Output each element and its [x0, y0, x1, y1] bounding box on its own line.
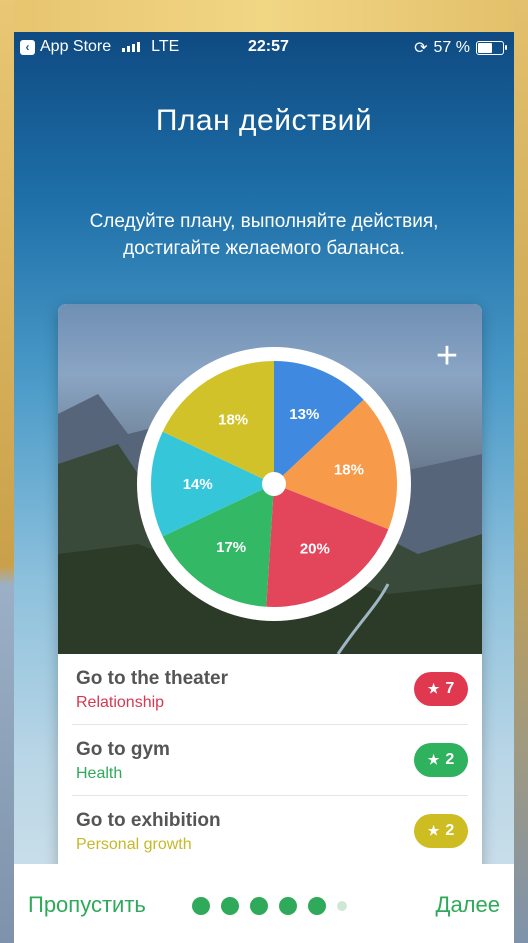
pie-slice-label: 20% [300, 540, 330, 557]
action-name: Go to the theater [76, 668, 229, 689]
star-icon: ★ [427, 823, 440, 838]
action-plan-card: 13% 18% 20% 17% 14% 18% + Go to the theater R… [58, 304, 482, 904]
chevron-left-icon[interactable]: ‹ [20, 39, 35, 55]
plus-icon[interactable]: + [432, 337, 462, 375]
star-icon: ★ [427, 681, 440, 696]
page-dot [192, 897, 210, 915]
page-dot [279, 897, 297, 915]
page-dot [221, 897, 239, 915]
status-left: ‹ App Store LTE [20, 38, 179, 56]
count-value: 2 [445, 751, 455, 768]
phone-screen: ‹ App Store LTE 22:57 ⟳ 57 % План действ… [14, 32, 514, 943]
mountain-background-image: 13% 18% 20% 17% 14% 18% + [58, 304, 482, 654]
carrier-label: LTE [151, 38, 180, 55]
page-indicator [192, 897, 347, 915]
action-category: Relationship [76, 694, 165, 711]
list-item[interactable]: Go to gym Health ★ 2 [72, 725, 468, 796]
star-icon: ★ [427, 752, 440, 767]
page-dot [308, 897, 326, 915]
photo-frame-right [514, 0, 528, 943]
count-badge[interactable]: ★ 2 [414, 743, 468, 777]
battery-percent: 57 % [433, 39, 470, 56]
status-bar: ‹ App Store LTE 22:57 ⟳ 57 % [14, 32, 514, 62]
list-item[interactable]: Go to the theater Relationship ★ 7 [72, 654, 468, 725]
pie-center-hole [262, 472, 286, 496]
count-badge[interactable]: ★ 7 [414, 672, 468, 706]
count-value: 2 [445, 822, 455, 839]
page-dot [337, 901, 347, 911]
page-title: План действий [155, 104, 373, 137]
signal-icon [122, 42, 141, 52]
photo-frame-top [0, 0, 528, 32]
photo-frame-left [0, 0, 14, 943]
action-name: Go to exhibition [76, 810, 221, 831]
action-category: Health [76, 765, 123, 782]
next-button[interactable]: Далее [436, 892, 500, 918]
pie-slice-label: 17% [216, 539, 246, 556]
pie-slice-label: 18% [334, 462, 364, 479]
list-item[interactable]: Go to exhibition Personal growth ★ 2 [72, 796, 468, 866]
status-right: ⟳ 57 % [414, 38, 507, 58]
action-list: Go to the theater Relationship ★ 7 Go to … [58, 654, 482, 866]
orientation-lock-icon: ⟳ [414, 40, 428, 57]
pie-slice-label: 18% [218, 412, 248, 429]
pie-slice-label: 14% [183, 476, 213, 493]
clock: 22:57 [248, 38, 289, 55]
onboarding-footer: Пропустить Далее [14, 864, 514, 943]
action-category: Personal growth [76, 836, 192, 853]
back-app-label[interactable]: App Store [40, 38, 111, 56]
count-value: 7 [445, 680, 455, 697]
pie-slice-label: 13% [289, 406, 319, 423]
count-badge[interactable]: ★ 2 [414, 814, 468, 848]
action-name: Go to gym [76, 739, 170, 760]
skip-button[interactable]: Пропустить [28, 892, 146, 918]
page-subtitle: Следуйте плану, выполняйте действия, дос… [89, 211, 439, 259]
page-dot [250, 897, 268, 915]
pie-chart: 13% 18% 20% 17% 14% 18% [137, 347, 411, 621]
battery-icon [476, 41, 507, 55]
